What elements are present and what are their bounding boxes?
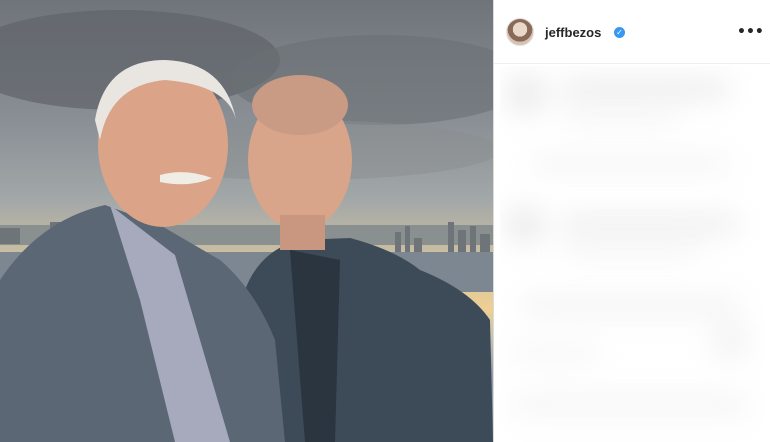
post-header: jeffbezos ✓ ••• [494, 0, 770, 64]
photo-illustration [0, 10, 493, 442]
profile-avatar[interactable] [506, 18, 534, 46]
blurred-comments-area [500, 66, 764, 442]
verified-badge-icon: ✓ [614, 27, 625, 38]
post-side-panel: jeffbezos ✓ ••• [494, 0, 770, 442]
instagram-post: jeffbezos ✓ ••• [0, 0, 770, 442]
username-link[interactable]: jeffbezos [545, 25, 601, 40]
more-options-icon[interactable]: ••• [737, 22, 764, 42]
post-photo[interactable] [0, 0, 493, 442]
